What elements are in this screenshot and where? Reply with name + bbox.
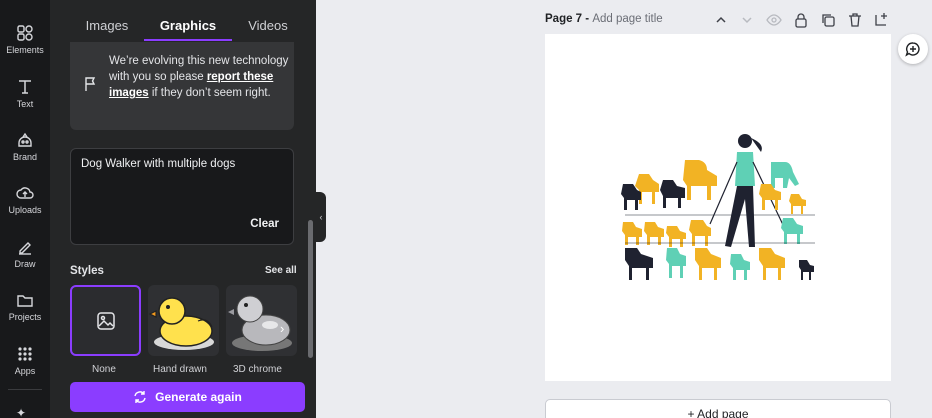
brand-icon bbox=[18, 132, 32, 147]
rail-label: Projects bbox=[8, 312, 42, 322]
rail-label: Elements bbox=[6, 45, 44, 55]
projects-icon bbox=[17, 295, 33, 307]
elements-icon bbox=[17, 25, 33, 41]
lock-icon[interactable] bbox=[793, 12, 809, 28]
duplicate-icon[interactable] bbox=[820, 12, 836, 28]
style-label-hand-drawn: Hand drawn bbox=[153, 364, 207, 375]
magic-icon[interactable]: ✦ bbox=[16, 406, 30, 418]
draw-icon bbox=[19, 242, 31, 255]
rail-item-text[interactable]: Text bbox=[0, 76, 50, 120]
rail-label: Draw bbox=[14, 259, 36, 269]
left-rail: Elements Text Brand Uploads Draw Project… bbox=[0, 0, 50, 418]
refresh-icon bbox=[134, 391, 146, 403]
comment-button[interactable] bbox=[898, 34, 928, 64]
apps-icon bbox=[18, 347, 32, 361]
design-page[interactable] bbox=[545, 34, 891, 381]
style-label-3d-chrome: 3D chrome bbox=[233, 364, 282, 375]
prompt-textarea[interactable]: Dog Walker with multiple dogs Clear bbox=[70, 148, 294, 245]
style-card-none[interactable] bbox=[70, 285, 141, 356]
notice-text: We’re evolving this new technology with … bbox=[109, 53, 289, 101]
generate-label: Generate again bbox=[155, 390, 242, 404]
chevron-down-icon[interactable] bbox=[739, 12, 755, 28]
clear-button[interactable]: Clear bbox=[250, 218, 279, 230]
panel-tabs: Images Graphics Videos bbox=[50, 0, 316, 42]
chevron-left-icon: ‹ bbox=[319, 212, 323, 222]
duck-illustration bbox=[148, 297, 214, 350]
see-all-link[interactable]: See all bbox=[265, 265, 297, 276]
feedback-notice: We’re evolving this new technology with … bbox=[70, 42, 294, 130]
chevron-up-icon[interactable] bbox=[713, 12, 729, 28]
flag-icon bbox=[85, 77, 96, 91]
prompt-value[interactable]: Dog Walker with multiple dogs bbox=[81, 158, 235, 170]
chevron-right-icon[interactable]: › bbox=[280, 321, 298, 339]
style-label-none: None bbox=[92, 364, 116, 375]
rail-item-projects[interactable]: Projects bbox=[0, 289, 50, 333]
tab-graphics[interactable]: Graphics bbox=[148, 18, 228, 33]
add-comment-icon bbox=[905, 42, 920, 57]
rail-label: Apps bbox=[14, 366, 36, 376]
hide-eye-icon[interactable] bbox=[766, 12, 782, 28]
page-title-input[interactable]: Add page title bbox=[592, 13, 662, 25]
image-icon bbox=[97, 312, 115, 330]
rail-label: Uploads bbox=[8, 205, 42, 215]
trash-icon[interactable] bbox=[847, 12, 863, 28]
style-card-hand-drawn[interactable] bbox=[148, 285, 219, 356]
rail-item-uploads[interactable]: Uploads bbox=[0, 182, 50, 226]
tab-images[interactable]: Images bbox=[67, 18, 147, 33]
rail-item-apps[interactable]: Apps bbox=[0, 343, 50, 387]
page-number: Page 7 - bbox=[545, 13, 593, 25]
rail-label: Brand bbox=[12, 152, 38, 162]
text-icon bbox=[19, 80, 31, 94]
uploads-icon bbox=[16, 187, 34, 199]
styles-heading: Styles bbox=[70, 265, 104, 277]
add-page-button[interactable]: + Add page bbox=[545, 399, 891, 418]
collapse-panel-handle[interactable]: ‹ bbox=[316, 192, 326, 242]
tab-videos[interactable]: Videos bbox=[228, 18, 308, 33]
active-tab-indicator bbox=[144, 39, 232, 41]
add-page-icon[interactable] bbox=[873, 12, 889, 28]
side-panel: Images Graphics Videos We’re evolving th… bbox=[50, 0, 316, 418]
rail-label: Text bbox=[16, 99, 34, 109]
rail-item-elements[interactable]: Elements bbox=[0, 22, 50, 66]
rail-item-brand[interactable]: Brand bbox=[0, 129, 50, 173]
rail-divider bbox=[8, 389, 42, 390]
page-header: Page 7 - Add page title bbox=[545, 13, 663, 25]
notice-text-after: if they don’t seem right. bbox=[148, 87, 271, 99]
generate-again-button[interactable]: Generate again bbox=[70, 382, 305, 412]
rail-item-draw[interactable]: Draw bbox=[0, 236, 50, 280]
dog-walker-illustration[interactable] bbox=[545, 34, 891, 381]
panel-scrollbar[interactable] bbox=[308, 220, 313, 358]
